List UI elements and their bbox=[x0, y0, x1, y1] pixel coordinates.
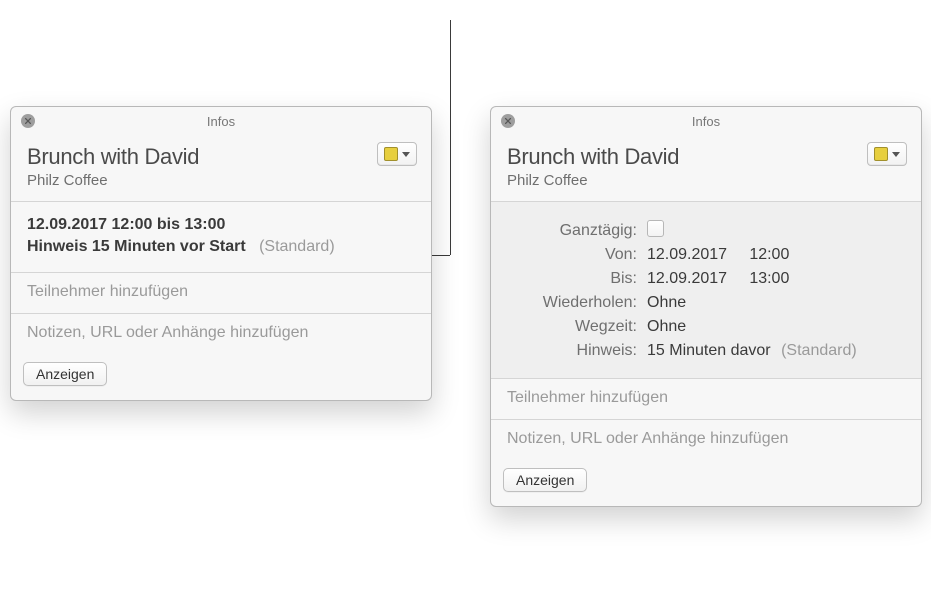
invitees-placeholder: Teilnehmer hinzufügen bbox=[507, 389, 905, 407]
event-title[interactable]: Brunch with David bbox=[507, 144, 905, 170]
calendar-picker[interactable] bbox=[377, 142, 417, 166]
to-label: Bis: bbox=[507, 270, 647, 288]
titlebar-text: Infos bbox=[692, 114, 720, 129]
callout-line-vertical bbox=[450, 20, 451, 255]
close-button[interactable] bbox=[21, 114, 35, 128]
footer: Anzeigen bbox=[11, 354, 431, 400]
to-time[interactable]: 13:00 bbox=[749, 270, 789, 287]
event-header: Brunch with David Philz Coffee bbox=[11, 138, 431, 202]
datetime-summary-section[interactable]: 12.09.2017 12:00 bis 13:00 Hinweis 15 Mi… bbox=[11, 202, 431, 273]
calendar-color-swatch bbox=[384, 147, 398, 161]
repeat-value[interactable]: Ohne bbox=[647, 294, 686, 312]
notes-section[interactable]: Notizen, URL oder Anhänge hinzufügen bbox=[491, 420, 921, 460]
event-popover-compact: Infos Brunch with David Philz Coffee 12.… bbox=[10, 106, 432, 401]
close-button[interactable] bbox=[501, 114, 515, 128]
invitees-section[interactable]: Teilnehmer hinzufügen bbox=[11, 273, 431, 314]
invitees-section[interactable]: Teilnehmer hinzufügen bbox=[491, 379, 921, 420]
event-popover-expanded: Infos Brunch with David Philz Coffee Gan… bbox=[490, 106, 922, 507]
event-header: Brunch with David Philz Coffee bbox=[491, 138, 921, 202]
invitees-placeholder: Teilnehmer hinzufügen bbox=[27, 283, 415, 301]
repeat-label: Wiederholen: bbox=[507, 294, 647, 312]
travel-value[interactable]: Ohne bbox=[647, 318, 686, 336]
alert-label: Hinweis: bbox=[507, 342, 647, 360]
datetime-summary: 12.09.2017 12:00 bis 13:00 bbox=[27, 216, 415, 234]
show-button[interactable]: Anzeigen bbox=[503, 468, 587, 492]
from-label: Von: bbox=[507, 246, 647, 264]
alert-summary: Hinweis 15 Minuten vor Start bbox=[27, 238, 246, 255]
calendar-color-swatch bbox=[874, 147, 888, 161]
alert-suffix: (Standard) bbox=[781, 342, 857, 359]
event-title[interactable]: Brunch with David bbox=[27, 144, 415, 170]
notes-placeholder: Notizen, URL oder Anhänge hinzufügen bbox=[507, 430, 905, 448]
close-icon bbox=[24, 117, 32, 125]
alert-value[interactable]: 15 Minuten davor bbox=[647, 342, 771, 359]
calendar-picker[interactable] bbox=[867, 142, 907, 166]
notes-placeholder: Notizen, URL oder Anhänge hinzufügen bbox=[27, 324, 415, 342]
titlebar: Infos bbox=[11, 107, 431, 138]
to-date[interactable]: 12.09.2017 bbox=[647, 270, 727, 287]
from-date[interactable]: 12.09.2017 bbox=[647, 246, 727, 263]
allday-label: Ganztägig: bbox=[507, 222, 647, 240]
repeat-row: Wiederholen: Ohne bbox=[507, 294, 905, 312]
footer: Anzeigen bbox=[491, 460, 921, 506]
notes-section[interactable]: Notizen, URL oder Anhänge hinzufügen bbox=[11, 314, 431, 354]
show-button[interactable]: Anzeigen bbox=[23, 362, 107, 386]
chevron-down-icon bbox=[402, 152, 410, 157]
event-location[interactable]: Philz Coffee bbox=[27, 172, 415, 189]
from-row: Von: 12.09.2017 12:00 bbox=[507, 246, 905, 264]
to-row: Bis: 12.09.2017 13:00 bbox=[507, 270, 905, 288]
from-time[interactable]: 12:00 bbox=[749, 246, 789, 263]
titlebar: Infos bbox=[491, 107, 921, 138]
allday-row: Ganztägig: bbox=[507, 218, 905, 240]
alert-row: Hinweis: 15 Minuten davor (Standard) bbox=[507, 342, 905, 360]
travel-label: Wegzeit: bbox=[507, 318, 647, 336]
allday-checkbox[interactable] bbox=[647, 220, 664, 237]
travel-row: Wegzeit: Ohne bbox=[507, 318, 905, 336]
titlebar-text: Infos bbox=[207, 114, 235, 129]
chevron-down-icon bbox=[892, 152, 900, 157]
alert-suffix: (Standard) bbox=[250, 238, 334, 255]
event-location[interactable]: Philz Coffee bbox=[507, 172, 905, 189]
datetime-detail-section: Ganztägig: Von: 12.09.2017 12:00 Bis: 12… bbox=[491, 202, 921, 379]
close-icon bbox=[504, 117, 512, 125]
